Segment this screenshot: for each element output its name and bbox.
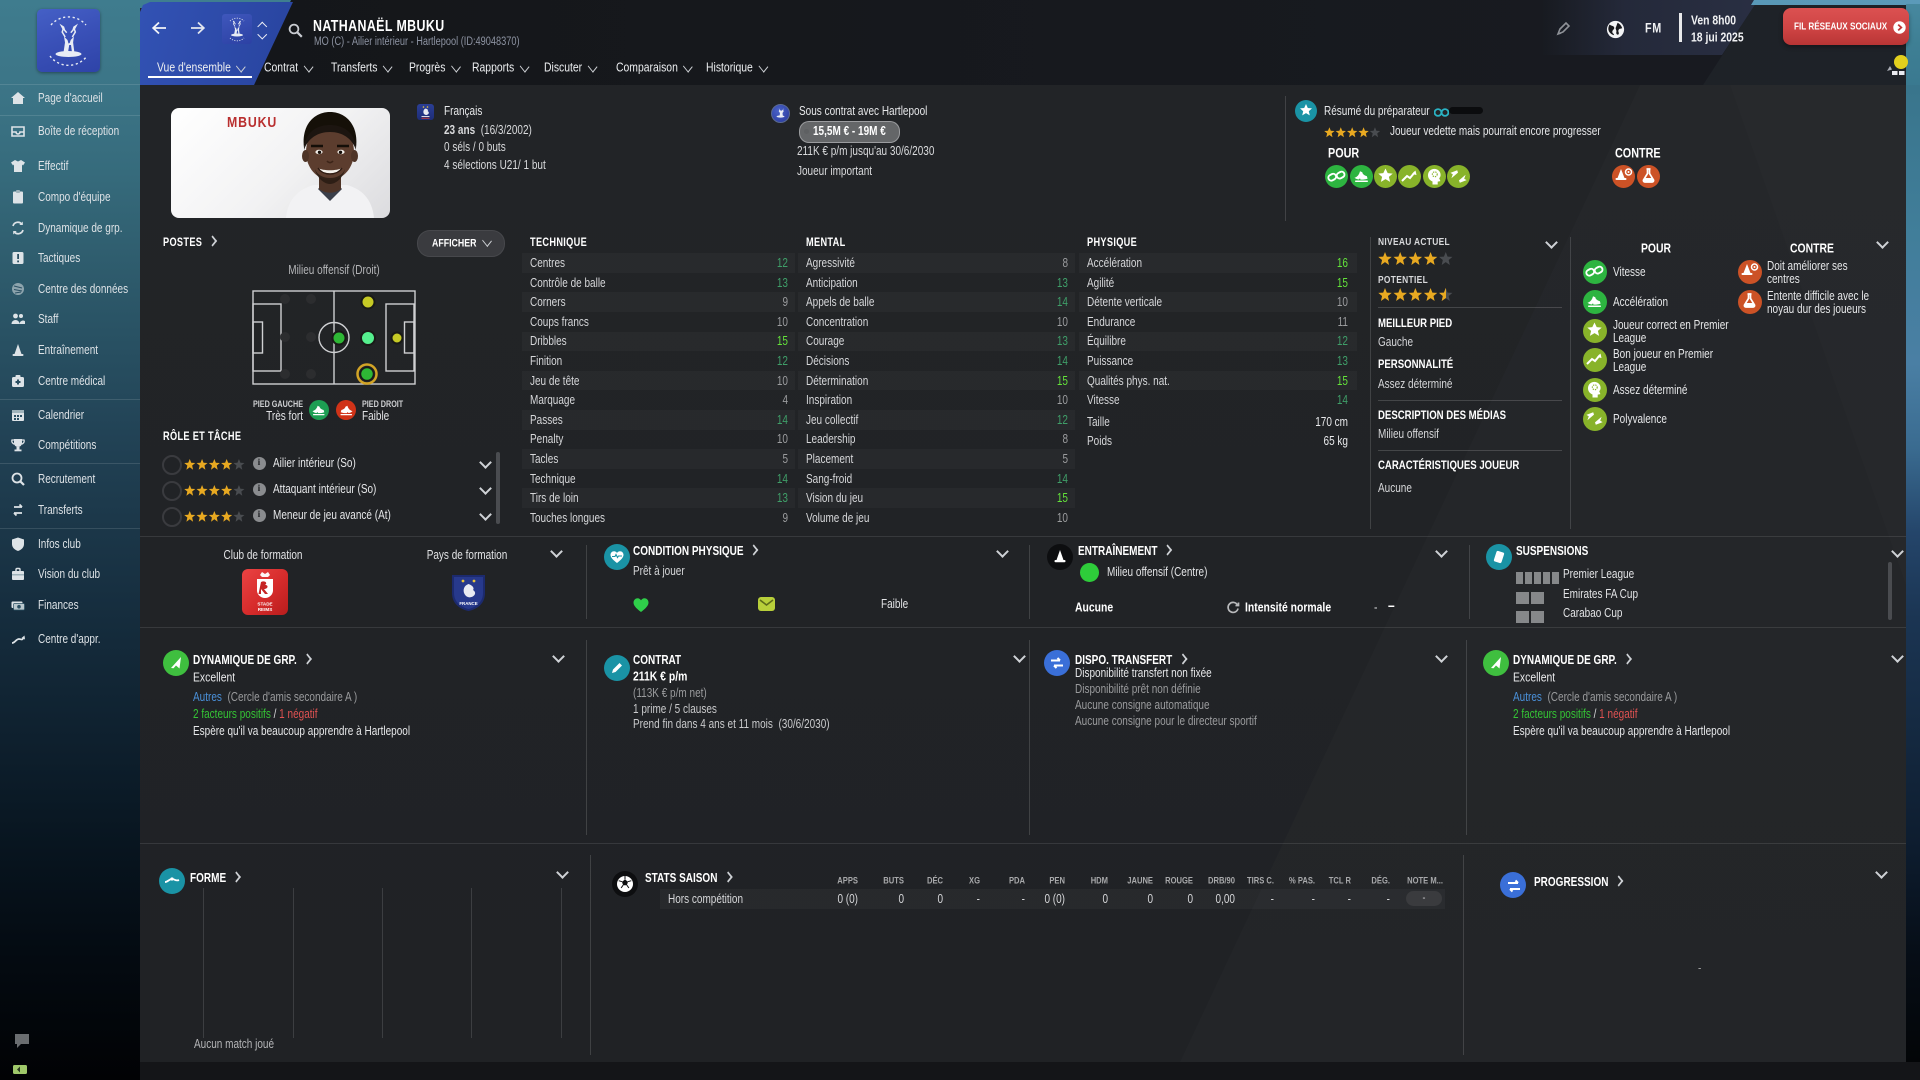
svg-text:FRANCE: FRANCE <box>459 601 477 606</box>
svg-text:REIMS: REIMS <box>258 607 273 612</box>
svg-text:STADE: STADE <box>257 602 272 607</box>
